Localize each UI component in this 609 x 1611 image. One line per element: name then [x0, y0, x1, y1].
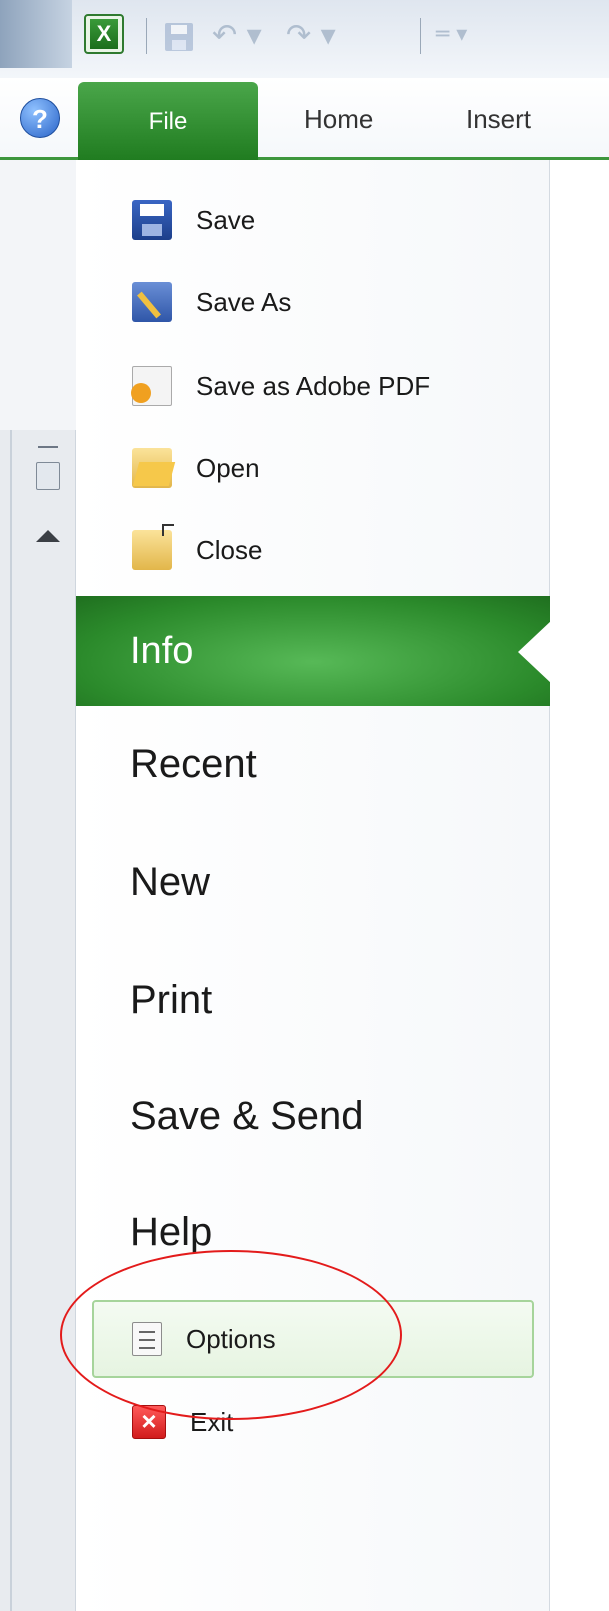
- folder-close-icon: [132, 524, 174, 570]
- window-corner: [0, 0, 72, 68]
- help-icon[interactable]: ?: [20, 98, 60, 138]
- save-icon: [132, 200, 172, 240]
- customize-icon[interactable]: ═ ▾: [436, 22, 476, 52]
- options-command[interactable]: Options: [76, 1299, 550, 1379]
- save-as-command[interactable]: Save As: [76, 262, 550, 342]
- minimize-dash-icon: [38, 446, 58, 448]
- scroll-up-icon[interactable]: [36, 530, 60, 542]
- options-icon: [132, 1322, 162, 1356]
- close-command[interactable]: Close: [76, 510, 550, 590]
- exit-command[interactable]: × Exit: [76, 1382, 550, 1462]
- save-icon[interactable]: [164, 22, 194, 52]
- picture-icon: [36, 462, 60, 490]
- tab-recent[interactable]: Recent: [130, 742, 257, 787]
- save-as-pdf-label: Save as Adobe PDF: [196, 370, 431, 401]
- folder-open-icon: [132, 448, 172, 488]
- save-command[interactable]: Save: [76, 180, 550, 260]
- undo-icon[interactable]: ↶ ▾: [212, 18, 262, 54]
- tab-print[interactable]: Print: [130, 978, 212, 1023]
- tab-insert[interactable]: Insert: [466, 104, 531, 135]
- tab-save-and-send[interactable]: Save & Send: [130, 1094, 364, 1139]
- tab-file[interactable]: File: [78, 82, 258, 164]
- save-as-label: Save As: [196, 286, 292, 317]
- excel-icon[interactable]: X: [84, 14, 124, 54]
- exit-label: Exit: [190, 1406, 234, 1437]
- gutter-strip: [10, 430, 12, 1611]
- info-label: Info: [130, 630, 194, 672]
- close-label: Close: [196, 534, 263, 565]
- toolbar-separator: [420, 18, 421, 54]
- tab-home[interactable]: Home: [304, 104, 373, 135]
- tab-new[interactable]: New: [130, 860, 210, 905]
- open-command[interactable]: Open: [76, 428, 550, 508]
- options-label: Options: [186, 1323, 276, 1354]
- selected-notch: [518, 620, 552, 684]
- gutter-top: [0, 160, 76, 430]
- pdf-icon: [131, 366, 172, 406]
- save-as-icon: [132, 282, 172, 322]
- save-label: Save: [196, 204, 256, 235]
- open-label: Open: [196, 452, 260, 483]
- tab-help[interactable]: Help: [130, 1210, 212, 1255]
- redo-icon[interactable]: ↷ ▾: [286, 18, 336, 54]
- backstage-content: [550, 160, 609, 1611]
- exit-icon: ×: [132, 1405, 166, 1439]
- tab-info[interactable]: Info: [76, 596, 550, 706]
- save-as-pdf-command[interactable]: Save as Adobe PDF: [76, 346, 550, 426]
- toolbar-separator: [146, 18, 147, 54]
